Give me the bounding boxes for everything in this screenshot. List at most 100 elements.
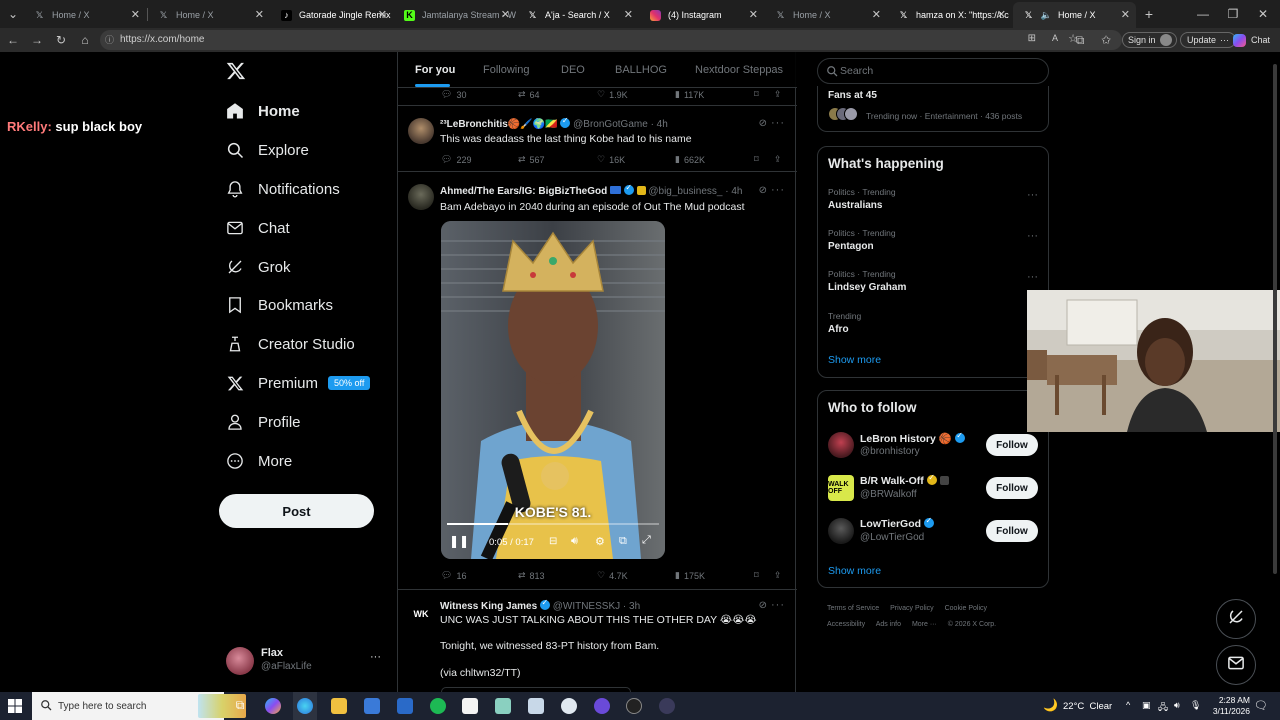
new-tab-plus-icon[interactable]: + [1140, 5, 1158, 23]
tray-icon[interactable]: ▣ [1142, 700, 1151, 711]
settings-gear-icon[interactable]: ⚙ [595, 535, 605, 548]
tab-following[interactable]: Following [483, 64, 529, 76]
nav-more[interactable]: More [226, 446, 292, 476]
notepad-icon[interactable] [462, 698, 478, 714]
more-options-icon[interactable]: ··· [1027, 230, 1038, 242]
url-input[interactable]: ⓘ https://x.com/home ⊞ A ☆ [100, 30, 1122, 50]
microphone-icon[interactable]: 🎙 [1190, 700, 1201, 711]
browser-tab-active[interactable]: 𝕏 🔈 Home / X ✕ [1013, 2, 1136, 28]
tweet[interactable]: WK Witness King James @WITNESSKJ · 3h ⊘ … [398, 591, 797, 692]
fullscreen-icon[interactable]: ⤢ [642, 534, 651, 547]
app-icon[interactable] [495, 698, 511, 714]
browser-tab[interactable]: 𝕏 A'ja - Search / X ✕ [517, 2, 639, 28]
display-name[interactable]: Ahmed/The Ears/IG: BigBizTheGod [440, 186, 607, 197]
captions-icon[interactable]: ⊟ [549, 536, 557, 547]
outlook-icon[interactable] [397, 698, 413, 714]
trend-item[interactable]: Politics · Trending Australians ··· [818, 183, 1048, 223]
video-player[interactable]: KOBE'S 81. ❚❚ 0:05 / 0:17 ⊟ 🔊︎ ⚙ ⧉ ⤢ [441, 221, 665, 559]
show-more-link[interactable]: Show more [828, 565, 881, 577]
footer-link-more[interactable]: More ··· [912, 621, 937, 628]
nav-premium[interactable]: Premium 50% off [226, 368, 371, 398]
obs-icon[interactable] [626, 698, 642, 714]
close-icon[interactable]: ✕ [255, 8, 264, 21]
trend-item[interactable]: Politics · Trending Pentagon ··· [818, 225, 1048, 265]
tab-nextdoor-steppas[interactable]: Nextdoor Steppas [695, 64, 783, 76]
system-clock[interactable]: 2:28 AM 3/11/2026 [1213, 695, 1250, 717]
footer-link-ads-info[interactable]: Ads info [876, 621, 901, 628]
site-info-icon[interactable]: ⓘ [105, 33, 114, 46]
window-close-icon[interactable]: ✕ [1254, 5, 1272, 23]
views-button[interactable]: ▮ 117K [675, 89, 704, 100]
sign-in-button[interactable]: Sign in [1122, 32, 1177, 48]
footer-link-privacy[interactable]: Privacy Policy [890, 605, 934, 612]
network-icon[interactable]: 🖧 [1158, 700, 1168, 716]
close-icon[interactable]: ✕ [131, 8, 140, 21]
footer-link-cookies[interactable]: Cookie Policy [945, 605, 987, 612]
views-button[interactable]: ▮ 662K [675, 154, 705, 165]
avatar[interactable] [408, 118, 434, 144]
grok-icon[interactable]: ⊘ [759, 600, 767, 611]
views-button[interactable]: ▮ 175K [675, 570, 705, 581]
browser-tab[interactable]: 𝕏 Home / X ✕ [148, 2, 270, 28]
app-icon[interactable] [528, 698, 544, 714]
close-icon[interactable]: ✕ [624, 8, 633, 21]
share-button[interactable]: ⇪ [774, 154, 782, 165]
like-button[interactable]: ♡ 16K [597, 154, 625, 165]
chevron-up-icon[interactable]: ^ [1126, 700, 1130, 710]
repost-button[interactable]: ⇄ 813 [518, 570, 545, 581]
nav-explore[interactable]: Explore [226, 135, 309, 165]
nav-grok[interactable]: Grok [226, 252, 291, 282]
follow-button[interactable]: Follow [986, 477, 1038, 499]
follow-suggestion[interactable]: LeBron History 🏀 @bronhistory Follow [818, 429, 1048, 465]
refresh-icon[interactable]: ↻ [52, 31, 70, 49]
repost-button[interactable]: ⇄ 64 [518, 89, 540, 100]
nav-chat[interactable]: Chat [226, 213, 290, 243]
bookmark-button[interactable]: ⌑ [754, 89, 759, 100]
handle[interactable]: @WITNESSKJ [553, 601, 620, 612]
weather-text[interactable]: 22°C Clear [1063, 701, 1112, 712]
app-available-icon[interactable]: ⊞ [1028, 33, 1036, 44]
forward-arrow-icon[interactable]: → [28, 31, 46, 49]
nav-profile[interactable]: Profile [226, 407, 301, 437]
post-button[interactable]: Post [219, 494, 374, 528]
update-button[interactable]: Update ··· [1180, 32, 1237, 48]
windows-start-icon[interactable] [8, 699, 22, 713]
grok-float-button[interactable] [1216, 599, 1256, 639]
more-options-icon[interactable]: ··· [1027, 189, 1038, 201]
browser-tab[interactable]: 𝕏 Home / X ✕ [765, 2, 887, 28]
close-icon[interactable]: ✕ [872, 8, 881, 21]
more-options-icon[interactable]: ··· [771, 184, 785, 196]
read-aloud-icon[interactable]: A [1052, 33, 1058, 43]
nav-creator-studio[interactable]: Creator Studio [226, 329, 355, 359]
footer-link-terms[interactable]: Terms of Service [827, 605, 879, 612]
timestamp[interactable]: · 4h [651, 119, 668, 130]
grok-icon[interactable]: ⊘ [759, 185, 767, 196]
app-icon[interactable] [659, 698, 675, 714]
taskbar-search-input[interactable]: Type here to search [32, 692, 246, 720]
close-icon[interactable]: ✕ [501, 8, 510, 21]
minimize-icon[interactable]: — [1194, 5, 1212, 23]
handle[interactable]: @BronGotGame [573, 119, 648, 130]
live-trend-card[interactable]: Fans at 45 Trending now · Entertainment … [817, 86, 1049, 132]
display-name[interactable]: Witness King James [440, 601, 537, 612]
follow-button[interactable]: Follow [986, 520, 1038, 542]
tweet[interactable]: Ahmed/The Ears/IG: BigBizTheGod @big_bus… [398, 173, 797, 590]
display-name[interactable]: ²³LeBronchitis🏀🖌️🌍🇨🇬 [440, 119, 558, 130]
follow-suggestion[interactable]: WALK OFF B/R Walk-Off @BRWalkoff Follow [818, 472, 1048, 508]
store-icon[interactable] [364, 698, 380, 714]
account-switcher[interactable]: Flax @aFlaxLife ··· [226, 646, 386, 678]
follow-button[interactable]: Follow [986, 434, 1038, 456]
favorites-icon[interactable]: ✩ [1097, 31, 1115, 49]
nav-notifications[interactable]: Notifications [226, 174, 340, 204]
volume-icon[interactable]: 🔊︎ [571, 535, 578, 548]
more-options-icon[interactable]: ··· [771, 599, 785, 611]
close-icon[interactable]: ✕ [749, 8, 758, 21]
more-options-icon[interactable]: ··· [1027, 271, 1038, 283]
browser-tab[interactable]: ♪ Gatorade Jingle Remix - ✕ [271, 2, 393, 28]
tab-deo[interactable]: DEO [561, 64, 585, 76]
tab-ballhog[interactable]: BALLHOG [615, 64, 667, 76]
follow-suggestion[interactable]: LowTierGod @LowTierGod Follow [818, 515, 1048, 551]
timestamp[interactable]: · 4h [725, 186, 742, 197]
avatar[interactable]: WK [408, 601, 434, 627]
share-button[interactable]: ⇪ [774, 89, 782, 100]
